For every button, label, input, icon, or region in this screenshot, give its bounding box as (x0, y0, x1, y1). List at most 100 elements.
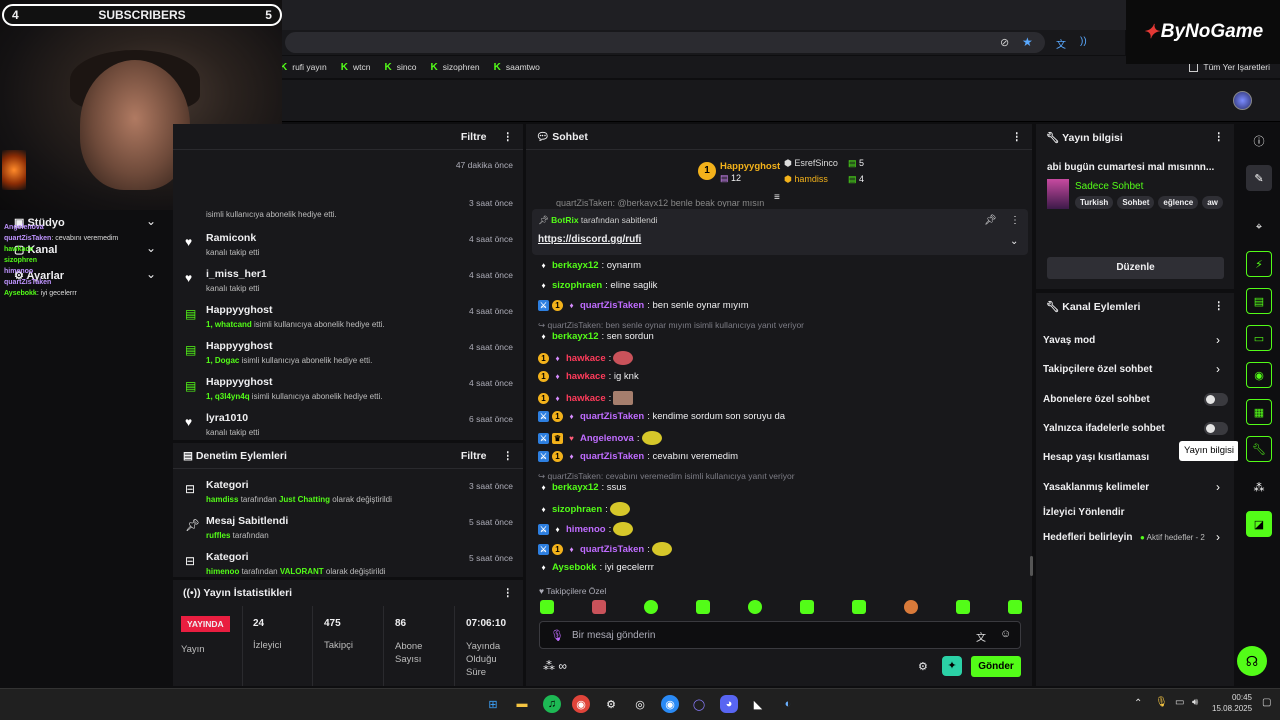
chat-username[interactable]: Aysebokk (552, 562, 597, 573)
more-icon[interactable]: ⋮ (1214, 131, 1225, 143)
chat-username[interactable]: berkayx12 (552, 482, 598, 493)
app-icon[interactable]: ◣ (749, 695, 767, 713)
focus-icon[interactable]: ⌖ (1246, 214, 1272, 240)
translate-icon[interactable]: 文 (976, 629, 986, 644)
pencil-icon[interactable]: ✎ (1246, 165, 1272, 191)
clock-date[interactable]: 15.08.2025 (1212, 704, 1252, 713)
more-icon[interactable]: ⋮ (1012, 131, 1023, 143)
chat-username[interactable]: hawkace (566, 353, 606, 364)
chat-username[interactable]: hawkace (566, 393, 606, 404)
layout-icon[interactable]: ▦ (1246, 399, 1272, 425)
category-link[interactable]: Sadece Sohbet (1075, 181, 1143, 192)
chat-username[interactable]: Angelenova (580, 433, 634, 444)
emote-icon[interactable] (696, 600, 710, 614)
app-icon[interactable]: ◯ (690, 695, 708, 713)
community-icon[interactable]: ⁂ (1246, 474, 1272, 500)
collapse-icon[interactable]: ≡ (774, 192, 780, 203)
emote-icon[interactable] (800, 600, 814, 614)
bookmark-item[interactable]: Ksizophren (431, 62, 480, 73)
app-icon[interactable]: ⚙ (602, 695, 620, 713)
obs-icon[interactable]: ◎ (631, 695, 649, 713)
star-icon[interactable]: ★ (1022, 35, 1033, 49)
chat-username[interactable]: quartZisTaken (580, 411, 644, 422)
emote-icon[interactable] (644, 600, 658, 614)
gifter-3[interactable]: ⬢ hamdiss (784, 174, 828, 185)
subscribers-chat-toggle[interactable] (1204, 393, 1228, 406)
emote-icon[interactable] (956, 600, 970, 614)
chat-username[interactable]: berkayx12 (552, 331, 598, 342)
emote-icon[interactable] (852, 600, 866, 614)
file-explorer-icon[interactable]: ▬ (513, 695, 531, 713)
emote-icon[interactable] (592, 600, 606, 614)
more-icon[interactable]: ⋮ (503, 587, 514, 599)
network-icon[interactable]: ▭ (1175, 697, 1184, 708)
address-bar[interactable] (285, 32, 1045, 53)
app-icon[interactable]: ◪ (1246, 511, 1272, 537)
clipboard-icon[interactable]: ▤ (1246, 288, 1272, 314)
steam-icon[interactable]: ◐ (779, 695, 797, 713)
banned-words-item[interactable]: Yasaklanmış kelimeler (1043, 482, 1149, 493)
extension-icon[interactable]: )) (1080, 36, 1087, 47)
chevron-right-icon[interactable]: › (1216, 362, 1220, 376)
bookmark-item[interactable]: Ksinco (384, 62, 416, 73)
more-icon[interactable]: ⋮ (1214, 300, 1225, 312)
chat-username[interactable]: quartZisTaken (580, 544, 644, 555)
filter-button[interactable]: Filtre (461, 450, 487, 462)
gear-icon[interactable]: ⚙ (918, 660, 928, 673)
support-icon[interactable]: ☊ (1237, 646, 1267, 676)
gifter-2[interactable]: ⬢ EsrefSinco (784, 158, 838, 169)
infinity-icon[interactable]: ⁂ ∞ (543, 659, 567, 673)
broadcast-icon[interactable]: ◉ (1246, 362, 1272, 388)
more-icon[interactable]: ⋮ (1010, 215, 1020, 226)
unpin-icon[interactable]: 📌︎ (984, 215, 997, 226)
goals-item[interactable]: Hedefleri belirleyin (1043, 532, 1132, 543)
start-icon[interactable]: ⊞ (484, 695, 502, 713)
microphone-icon[interactable]: 🎙︎ (1155, 697, 1168, 708)
emote-icon[interactable] (1008, 600, 1022, 614)
chevron-right-icon[interactable]: › (1216, 333, 1220, 347)
chat-username[interactable]: sizophraen (552, 280, 602, 291)
filter-button[interactable]: Filtre (461, 131, 487, 143)
avatar[interactable] (1233, 91, 1252, 110)
discord-icon[interactable]: ◕ (720, 695, 738, 713)
microphone-icon[interactable]: 🎙︎ (550, 629, 564, 642)
chrome-icon[interactable]: ◉ (572, 695, 590, 713)
emoji-icon[interactable]: ☺ (1000, 628, 1011, 640)
emote-icon[interactable] (904, 600, 918, 614)
more-icon[interactable]: ⋮ (503, 450, 514, 462)
emote-icon[interactable] (748, 600, 762, 614)
translate-icon[interactable]: 文 (1056, 36, 1066, 51)
chat-input[interactable]: 🎙︎ Bir mesaj gönderin 文 ☺ (539, 621, 1021, 649)
more-icon[interactable]: ⋮ (503, 131, 514, 143)
chevron-right-icon[interactable]: › (1216, 530, 1220, 544)
chrome-icon[interactable]: ◉ (661, 695, 679, 713)
pinned-link[interactable]: https://discord.gg/rufi (538, 234, 641, 245)
bookmark-item[interactable]: Ksaamtwo (494, 62, 540, 73)
chevron-down-icon[interactable]: ⌄ (1010, 236, 1018, 247)
eye-off-icon[interactable]: ⊘ (1000, 36, 1009, 49)
chat-scrollbar[interactable] (1030, 556, 1033, 576)
info-icon[interactable]: ⓘ (1246, 128, 1272, 154)
bookmark-item[interactable]: Kwtcn (341, 62, 371, 73)
bot-icon[interactable]: ✦ (942, 656, 962, 676)
clock-time[interactable]: 00:45 (1212, 693, 1252, 702)
chat-username[interactable]: sizophraen (552, 504, 602, 515)
chat-username[interactable]: hawkace (566, 371, 606, 382)
slow-mode-item[interactable]: Yavaş mod (1043, 335, 1095, 346)
chat-username[interactable]: berkayx12 (552, 260, 598, 271)
edit-button[interactable]: Düzenle (1047, 257, 1224, 279)
volume-icon[interactable]: 🔊︎ (1192, 697, 1198, 708)
tray-chevron-icon[interactable]: ⌃ (1134, 698, 1142, 709)
chat-username[interactable]: quartZisTaken (580, 451, 644, 462)
emote-icon[interactable] (540, 600, 554, 614)
top-gifter-name[interactable]: Happyyghost (720, 161, 780, 172)
followers-chat-item[interactable]: Takipçilere özel sohbet (1043, 364, 1152, 375)
send-button[interactable]: Gönder (971, 656, 1021, 677)
bookmark-item[interactable]: Krufi yayın (280, 62, 327, 73)
account-age-item[interactable]: Hesap yaşı kısıtlaması (1043, 452, 1149, 463)
wrench-icon[interactable]: 🔧︎ (1246, 436, 1272, 462)
chat-bubble-icon[interactable]: ▭ (1246, 325, 1272, 351)
emote-only-toggle[interactable] (1204, 422, 1228, 435)
lightning-icon[interactable]: ⚡︎ (1246, 251, 1272, 277)
category-thumbnail[interactable] (1047, 179, 1069, 209)
